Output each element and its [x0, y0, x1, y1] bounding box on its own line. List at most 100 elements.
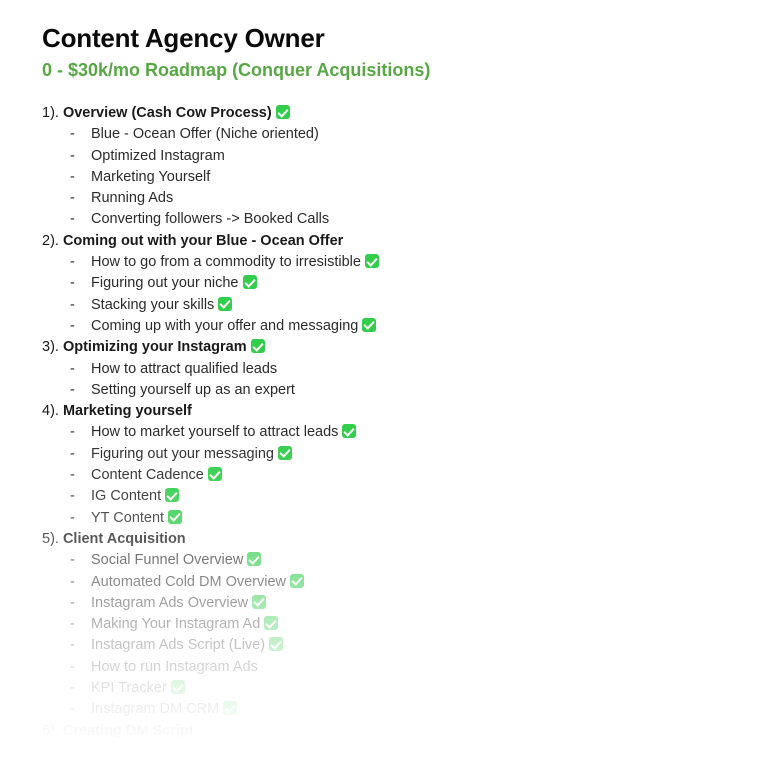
list-item-label: Automated Cold DM Overview — [91, 573, 287, 590]
white-heavy-check-mark-icon — [264, 616, 279, 631]
section-heading[interactable]: 6). Creating DM Script — [42, 721, 759, 742]
list-item-label: Setting yourself up as an expert — [91, 381, 295, 398]
bullet-dash-icon: - — [70, 254, 75, 271]
white-heavy-check-mark-icon — [247, 552, 262, 567]
bullet-dash-icon: - — [70, 658, 75, 675]
list-item-label: YT Content — [91, 509, 165, 526]
bullet-dash-icon: - — [70, 360, 75, 377]
white-heavy-check-mark-icon — [242, 275, 257, 290]
section-number: 3). — [42, 339, 63, 356]
list-item[interactable]: - Coming up with your offer and messaging — [70, 316, 759, 337]
section-heading[interactable]: 5). Client Acquisition — [42, 529, 759, 550]
white-heavy-check-mark-icon — [207, 467, 222, 482]
list-item[interactable]: - Figuring out your niche — [70, 273, 759, 294]
list-item[interactable]: - Stacking your skills — [70, 295, 759, 316]
white-heavy-check-mark-icon — [252, 594, 267, 609]
list-item-label: IG Content — [91, 488, 162, 505]
bullet-dash-icon: - — [70, 573, 75, 590]
roadmap-section-list: 1). Overview (Cash Cow Process) - Blue - O… — [0, 103, 759, 742]
list-item-label: How to attract qualified leads — [91, 360, 278, 377]
list-item[interactable]: - Instagram Ads Script (Live) — [70, 635, 759, 656]
bullet-dash-icon: - — [70, 296, 75, 313]
section-number: 1). — [42, 105, 63, 121]
list-item[interactable]: - Converting followers -> Booked Calls — [70, 209, 759, 230]
document-page: Content Agency Owner 0 - $30k/mo Roadmap… — [0, 0, 759, 759]
white-heavy-check-mark-icon — [218, 296, 233, 311]
page-subtitle: 0 - $30k/mo Roadmap (Conquer Acquisition… — [42, 60, 431, 80]
list-item[interactable]: - How to market yourself to attract leads — [70, 422, 759, 443]
section-item-list: - Social Funnel Overview - Automated Cold D… — [0, 550, 759, 720]
list-item[interactable]: - YT Content — [70, 508, 759, 529]
list-item[interactable]: - Instagram DM CRM — [70, 699, 759, 720]
list-item[interactable]: - Instagram Ads Overview — [70, 593, 759, 614]
list-item[interactable]: - Marketing Yourself — [70, 167, 759, 188]
list-item[interactable]: - IG Content — [70, 486, 759, 507]
list-item[interactable]: - Optimized Instagram — [70, 146, 759, 167]
section-heading[interactable]: 1). Overview (Cash Cow Process) — [42, 103, 759, 124]
page-title: Content Agency Owner — [42, 23, 325, 53]
section-heading-label: Optimizing your Instagram — [62, 339, 247, 356]
roadmap-section: 4). Marketing yourself - How to market you… — [0, 401, 759, 529]
section-number: 2). — [42, 232, 63, 249]
bullet-dash-icon: - — [70, 424, 75, 441]
list-item[interactable]: - How to go from a commodity to irresisti… — [70, 252, 759, 273]
list-item-label: Instagram DM CRM — [91, 701, 220, 718]
white-heavy-check-mark-icon — [165, 488, 180, 503]
section-heading-label: Coming out with your Blue - Ocean Offer — [62, 232, 344, 249]
list-item-label: Converting followers -> Booked Calls — [91, 211, 330, 228]
list-item[interactable]: - Running Ads — [70, 188, 759, 209]
bullet-dash-icon: - — [70, 317, 75, 334]
list-item[interactable]: - Automated Cold DM Overview — [70, 572, 759, 593]
bullet-dash-icon: - — [70, 190, 75, 207]
roadmap-section: 5). Client Acquisition - Social Funnel Ove… — [0, 529, 759, 721]
bullet-dash-icon: - — [70, 594, 75, 611]
bullet-dash-icon: - — [70, 616, 75, 633]
list-item[interactable]: - Social Funnel Overview — [70, 550, 759, 571]
list-item[interactable]: - How to run Instagram Ads — [70, 657, 759, 678]
list-item-label: Blue - Ocean Offer (Niche oriented) — [91, 126, 319, 143]
list-item-label: Making Your Instagram Ad — [91, 616, 261, 633]
section-heading[interactable]: 3). Optimizing your Instagram — [42, 337, 759, 358]
roadmap-section: 1). Overview (Cash Cow Process) - Blue - O… — [0, 103, 759, 231]
list-item-label: How to market yourself to attract leads — [91, 424, 339, 441]
white-heavy-check-mark-icon — [275, 105, 290, 119]
section-heading[interactable]: 2). Coming out with your Blue - Ocean Of… — [42, 231, 759, 252]
list-item[interactable]: - Blue - Ocean Offer (Niche oriented) — [70, 124, 759, 145]
list-item[interactable]: - KPI Tracker — [70, 678, 759, 699]
section-item-list: - How to go from a commodity to irresisti… — [0, 252, 759, 337]
list-item[interactable]: - How to attract qualified leads — [70, 359, 759, 380]
bullet-dash-icon: - — [70, 701, 75, 718]
white-heavy-check-mark-icon — [250, 339, 265, 354]
section-heading-label: Creating DM Script — [62, 722, 194, 739]
list-item[interactable]: - Setting yourself up as an expert — [70, 380, 759, 401]
list-item-label: Running Ads — [91, 190, 174, 207]
section-heading[interactable]: 4). Marketing yourself — [42, 401, 759, 422]
list-item-label: Instagram Ads Script (Live) — [91, 637, 266, 654]
section-number: 5). — [42, 530, 63, 547]
list-item-label: Instagram Ads Overview — [91, 594, 249, 611]
roadmap-section: 6). Creating DM Script — [0, 721, 759, 742]
list-item[interactable]: - Content Cadence — [70, 465, 759, 486]
list-item-label: How to run Instagram Ads — [91, 658, 258, 675]
bullet-dash-icon: - — [70, 275, 75, 292]
bullet-dash-icon: - — [70, 147, 75, 164]
list-item-label: Figuring out your messaging — [91, 445, 274, 462]
bullet-dash-icon: - — [70, 488, 75, 505]
bullet-dash-icon: - — [70, 680, 75, 697]
section-heading-label: Marketing yourself — [62, 403, 192, 420]
list-item[interactable]: - Figuring out your messaging — [70, 444, 759, 465]
bullet-dash-icon: - — [70, 211, 75, 228]
bullet-dash-icon: - — [70, 168, 75, 185]
white-heavy-check-mark-icon — [277, 445, 292, 460]
section-number: 4). — [42, 403, 63, 420]
list-item-label: Social Funnel Overview — [91, 552, 244, 569]
white-heavy-check-mark-icon — [362, 317, 377, 332]
white-heavy-check-mark-icon — [269, 637, 284, 652]
list-item-label: Stacking your skills — [91, 296, 215, 313]
section-item-list: - How to market yourself to attract leads… — [0, 422, 759, 528]
section-heading-label: Client Acquisition — [62, 530, 186, 547]
bullet-dash-icon: - — [70, 445, 75, 462]
list-item-label: Figuring out your niche — [91, 275, 239, 292]
white-heavy-check-mark-icon — [364, 254, 379, 269]
list-item[interactable]: - Making Your Instagram Ad — [70, 614, 759, 635]
